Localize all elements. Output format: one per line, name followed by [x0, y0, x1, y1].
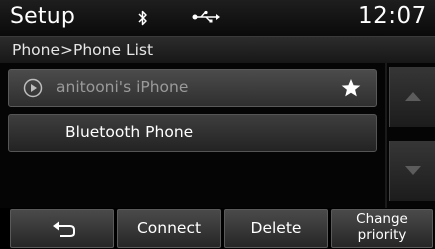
arrow-down-icon	[405, 166, 421, 175]
breadcrumb: Phone>Phone List	[0, 36, 435, 63]
return-arrow-icon	[53, 221, 75, 237]
list-item[interactable]: Bluetooth Phone	[8, 114, 377, 152]
delete-label: Delete	[250, 219, 302, 237]
list-item-label: Bluetooth Phone	[65, 123, 194, 141]
delete-button[interactable]: Delete	[224, 209, 328, 248]
change-priority-label: Change priority	[332, 211, 432, 243]
clock: 12:07	[358, 3, 427, 29]
connect-label: Connect	[136, 219, 202, 237]
bottom-toolbar: Connect Delete Change priority	[0, 208, 435, 249]
breadcrumb-text: Phone>Phone List	[12, 41, 154, 59]
back-button[interactable]	[10, 209, 114, 248]
star-icon	[341, 79, 361, 97]
bluetooth-icon	[138, 10, 147, 26]
scroll-down-button[interactable]	[389, 141, 435, 201]
connect-button[interactable]: Connect	[117, 209, 221, 248]
play-circle-icon	[23, 78, 43, 98]
divider	[385, 63, 387, 208]
change-priority-line2: priority	[357, 227, 407, 243]
change-priority-line1: Change	[356, 211, 408, 227]
status-bar: Setup 12:07	[0, 0, 435, 36]
arrow-up-icon	[405, 92, 421, 101]
list-item[interactable]: anitooni's iPhone	[8, 69, 377, 107]
phone-list: anitooni's iPhone Bluetooth Phone	[0, 63, 435, 208]
screen-title: Setup	[10, 4, 76, 29]
list-item-label: anitooni's iPhone	[56, 78, 189, 96]
scroll-up-button[interactable]	[389, 67, 435, 127]
change-priority-button[interactable]: Change priority	[331, 209, 433, 248]
usb-icon	[192, 10, 220, 23]
